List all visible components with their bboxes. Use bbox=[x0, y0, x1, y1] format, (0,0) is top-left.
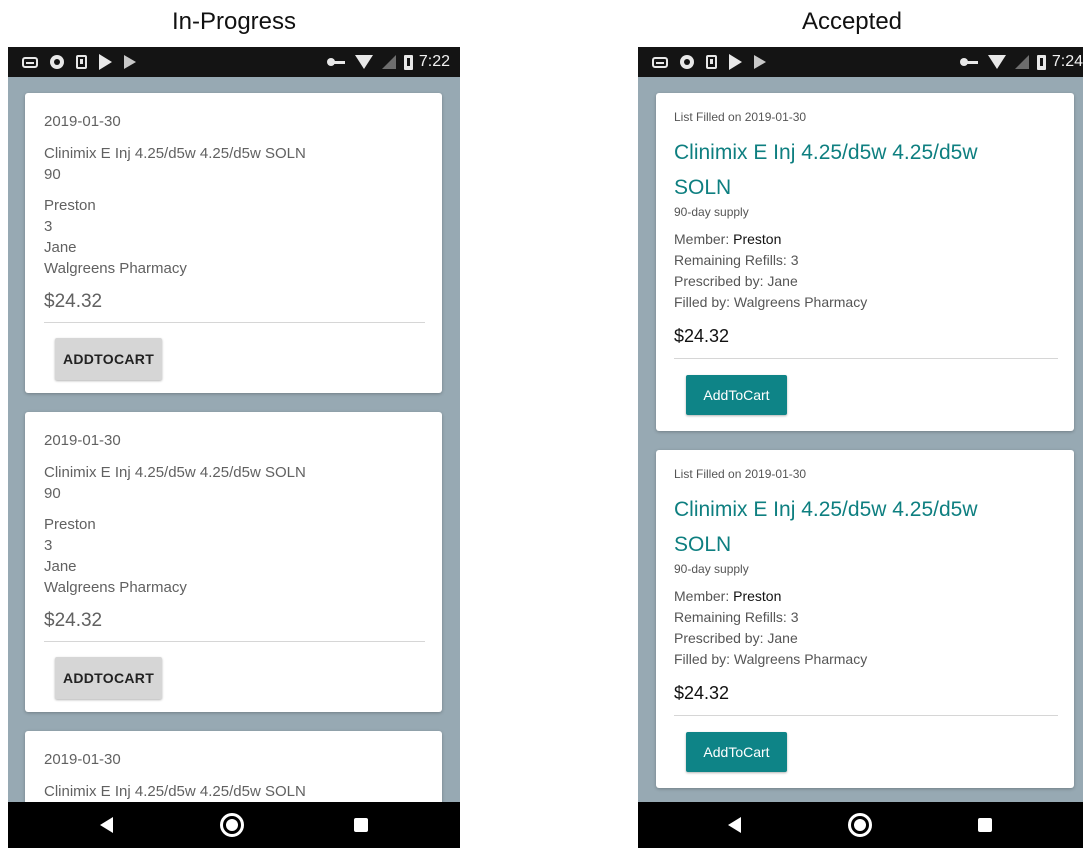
add-to-cart-button[interactable]: AddToCart bbox=[686, 732, 787, 772]
phone-in-progress: 7:22 2019-01-30 Clinimix E Inj 4.25/d5w … bbox=[8, 47, 460, 848]
supply-days: 90 bbox=[44, 166, 61, 183]
back-icon[interactable] bbox=[100, 817, 113, 833]
fill-date: 2019-01-30 bbox=[44, 432, 121, 449]
member-label: Member: bbox=[674, 588, 734, 604]
divider bbox=[674, 358, 1058, 359]
status-bar: 7:22 bbox=[8, 47, 460, 77]
record-icon bbox=[680, 55, 694, 69]
supply-days: 90 bbox=[44, 485, 61, 502]
message-icon bbox=[652, 56, 668, 68]
back-icon[interactable] bbox=[728, 817, 741, 833]
play-store-icon bbox=[99, 54, 112, 70]
phone-accepted: 7:24 List Filled on 2019-01-30 Clinimix … bbox=[638, 47, 1083, 848]
divider bbox=[44, 322, 425, 323]
remaining-refills: Remaining Refills: 3 bbox=[674, 609, 799, 625]
list-filled-date: List Filled on 2019-01-30 bbox=[674, 110, 807, 124]
vpn-key-icon bbox=[959, 58, 978, 66]
status-bar: 7:24 bbox=[638, 47, 1083, 77]
price: $24.32 bbox=[44, 610, 103, 631]
wifi-icon bbox=[987, 55, 1006, 69]
divider bbox=[674, 715, 1058, 716]
home-icon[interactable] bbox=[848, 813, 872, 837]
add-to-cart-button[interactable]: ADDTOCART bbox=[55, 657, 162, 699]
drug-name: Clinimix E Inj 4.25/d5w 4.25/d5w SOLN bbox=[674, 141, 978, 199]
wifi-icon bbox=[354, 55, 373, 69]
member-name: Preston bbox=[733, 231, 782, 247]
member-name: Preston bbox=[733, 588, 782, 604]
battery-charging-icon bbox=[403, 54, 413, 70]
record-icon bbox=[50, 55, 64, 69]
remaining-refills: 3 bbox=[44, 218, 53, 235]
price: $24.32 bbox=[44, 291, 103, 312]
vpn-key-icon bbox=[326, 58, 345, 66]
recent-apps-icon[interactable] bbox=[354, 818, 368, 832]
prescription-card: List Filled on 2019-01-30 Clinimix E Inj… bbox=[656, 450, 1074, 788]
divider bbox=[44, 641, 425, 642]
price: $24.32 bbox=[674, 683, 730, 703]
battery-charging-icon bbox=[1036, 54, 1046, 70]
play-icon bbox=[124, 55, 136, 69]
download-icon bbox=[76, 55, 87, 69]
navigation-bar bbox=[638, 802, 1083, 848]
drug-name: Clinimix E Inj 4.25/d5w 4.25/d5w SOLN bbox=[44, 783, 306, 800]
download-icon bbox=[706, 55, 717, 69]
home-icon[interactable] bbox=[220, 813, 244, 837]
pharmacy: Walgreens Pharmacy bbox=[44, 579, 187, 596]
caption-in-progress: In-Progress bbox=[171, 8, 297, 35]
supply-days: 90-day supply bbox=[674, 205, 749, 219]
member-line: Member: Preston bbox=[674, 229, 781, 250]
play-store-icon bbox=[729, 54, 742, 70]
prescriber: Prescribed by: Jane bbox=[674, 630, 798, 646]
remaining-refills: Remaining Refills: 3 bbox=[674, 252, 799, 268]
prescriber: Jane bbox=[44, 239, 77, 256]
price: $24.32 bbox=[674, 326, 730, 346]
prescription-card: 2019-01-30 Clinimix E Inj 4.25/d5w 4.25/… bbox=[25, 93, 442, 393]
signal-icon bbox=[1014, 55, 1029, 69]
pharmacy: Filled by: Walgreens Pharmacy bbox=[674, 294, 868, 310]
add-to-cart-button[interactable]: AddToCart bbox=[686, 375, 787, 415]
drug-name: Clinimix E Inj 4.25/d5w 4.25/d5w SOLN bbox=[44, 145, 306, 162]
caption-accepted: Accepted bbox=[801, 8, 903, 35]
member-name: Preston bbox=[44, 197, 96, 214]
prescriber: Prescribed by: Jane bbox=[674, 273, 798, 289]
member-label: Member: bbox=[674, 231, 734, 247]
remaining-refills: 3 bbox=[44, 537, 53, 554]
drug-name: Clinimix E Inj 4.25/d5w 4.25/d5w SOLN bbox=[674, 498, 978, 556]
member-name: Preston bbox=[44, 516, 96, 533]
supply-days: 90-day supply bbox=[674, 562, 749, 576]
fill-date: 2019-01-30 bbox=[44, 751, 121, 768]
message-icon bbox=[22, 56, 38, 68]
prescription-card: List Filled on 2019-01-30 Clinimix E Inj… bbox=[656, 93, 1074, 431]
recent-apps-icon[interactable] bbox=[978, 818, 992, 832]
prescription-card: 2019-01-30 Clinimix E Inj 4.25/d5w 4.25/… bbox=[25, 412, 442, 712]
status-time: 7:22 bbox=[418, 53, 450, 70]
pharmacy: Filled by: Walgreens Pharmacy bbox=[674, 651, 868, 667]
navigation-bar bbox=[8, 802, 460, 848]
drug-name: Clinimix E Inj 4.25/d5w 4.25/d5w SOLN bbox=[44, 464, 306, 481]
prescriber: Jane bbox=[44, 558, 77, 575]
fill-date: 2019-01-30 bbox=[44, 113, 121, 130]
signal-icon bbox=[381, 55, 396, 69]
status-time: 7:24 bbox=[1051, 53, 1083, 70]
add-to-cart-button[interactable]: ADDTOCART bbox=[55, 338, 162, 380]
list-filled-date: List Filled on 2019-01-30 bbox=[674, 467, 807, 481]
pharmacy: Walgreens Pharmacy bbox=[44, 260, 187, 277]
member-line: Member: Preston bbox=[674, 586, 781, 607]
play-icon bbox=[754, 55, 766, 69]
